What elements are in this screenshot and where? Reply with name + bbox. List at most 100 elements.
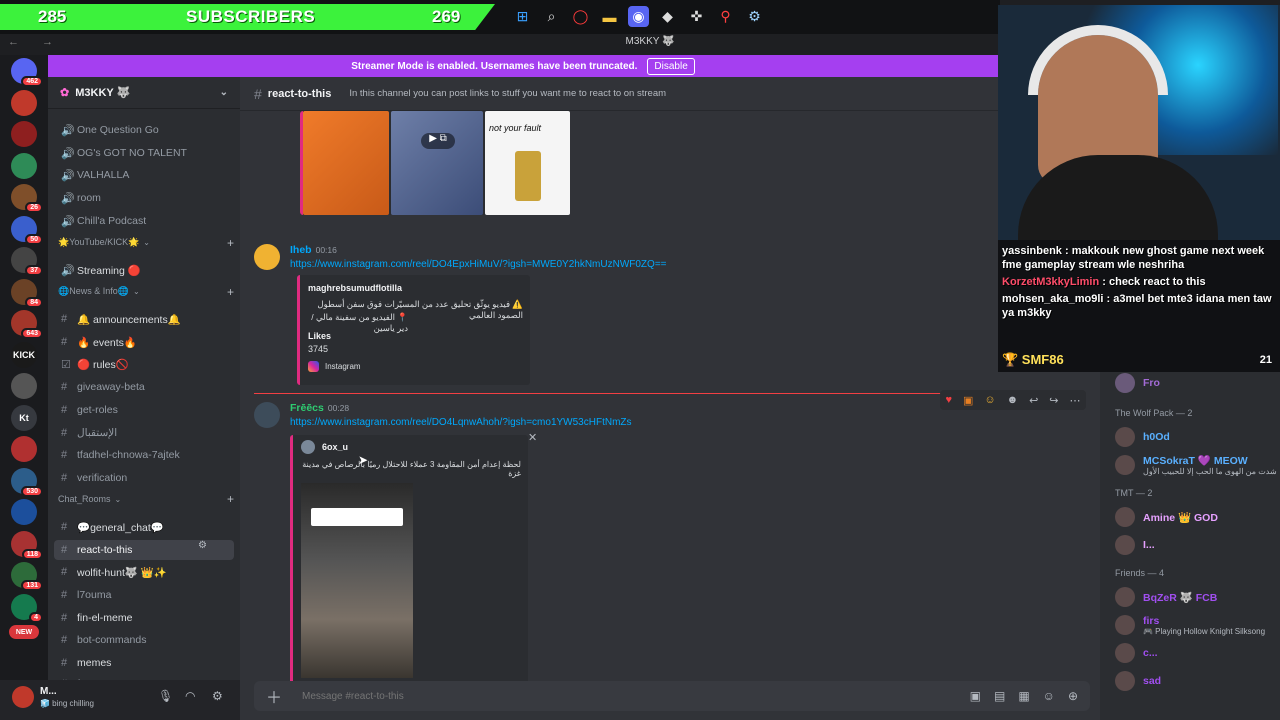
laugh-reaction-icon[interactable]: ☺ bbox=[984, 394, 995, 406]
channel-item[interactable]: # 🔥 events🔥 bbox=[54, 332, 234, 352]
sticker-icon[interactable]: ▦ bbox=[1018, 689, 1029, 703]
member-item[interactable]: BqZeR 🐺 FCB bbox=[1115, 586, 1217, 608]
embed-video-thumbnail[interactable] bbox=[301, 483, 413, 678]
close-embed-icon[interactable]: ✕ bbox=[528, 431, 537, 444]
steam-icon[interactable]: ⚙ bbox=[744, 6, 765, 27]
member-item[interactable]: I... bbox=[1115, 534, 1155, 556]
channel-item[interactable]: # fin-el-meme bbox=[54, 608, 234, 628]
channel-item[interactable]: # bot-commands bbox=[54, 630, 234, 650]
search-icon[interactable]: ⌕ bbox=[541, 6, 562, 27]
server-icon[interactable]: 643 bbox=[11, 310, 43, 339]
member-item[interactable]: c... bbox=[1115, 642, 1158, 664]
message-link[interactable]: https://www.instagram.com/reel/DO4EpxHiM… bbox=[290, 259, 667, 270]
app-icon[interactable]: ◆ bbox=[657, 6, 678, 27]
author-name[interactable]: Frēēcs bbox=[290, 402, 324, 414]
avatar[interactable] bbox=[254, 402, 280, 428]
avatar[interactable] bbox=[254, 244, 280, 270]
server-icon[interactable] bbox=[11, 152, 37, 179]
embed-thumbnail[interactable]: ▶ ⧉ bbox=[391, 111, 483, 215]
member-item[interactable]: Fro bbox=[1115, 372, 1160, 394]
embed-thumbnail[interactable]: not your fault bbox=[485, 111, 570, 215]
channel-item[interactable]: 🔊 One Question Go bbox=[54, 120, 234, 140]
channel-item[interactable]: 🔊 VALHALLA bbox=[54, 165, 234, 185]
channel-item[interactable]: # wolfit-hunt🐺 👑✨ bbox=[54, 562, 234, 582]
message-input[interactable] bbox=[302, 690, 902, 702]
gift-icon[interactable]: ▣ bbox=[970, 689, 981, 703]
server-icon[interactable] bbox=[11, 89, 37, 116]
member-item[interactable]: MCSokraT 💜 MEOW شدت من الهوى ما الحب إلا … bbox=[1115, 454, 1277, 476]
forward-icon[interactable]: ↪ bbox=[1049, 394, 1058, 407]
server-icon[interactable]: 131 bbox=[11, 562, 43, 591]
avatar[interactable] bbox=[12, 686, 34, 708]
server-icon[interactable]: 26 bbox=[11, 184, 43, 213]
channel-item[interactable]: # get-roles bbox=[54, 400, 234, 420]
server-icon[interactable]: 462 bbox=[11, 58, 43, 87]
disable-button[interactable]: Disable bbox=[647, 57, 695, 75]
server-icon[interactable]: 530 bbox=[11, 467, 43, 497]
gif-icon[interactable]: ▤ bbox=[994, 689, 1005, 703]
opera-icon[interactable]: ◯ bbox=[570, 6, 591, 27]
member-item[interactable]: h0Od bbox=[1115, 426, 1170, 448]
emoji-icon[interactable]: ☺ bbox=[1043, 689, 1055, 703]
server-icon[interactable] bbox=[11, 121, 37, 147]
channel-item[interactable]: # l7ouma bbox=[54, 585, 234, 605]
channel-item[interactable]: # 💬general_chat💬 bbox=[54, 517, 234, 537]
member-item[interactable]: sad bbox=[1115, 670, 1161, 692]
author-name[interactable]: Iheb bbox=[290, 244, 312, 256]
windows-start-icon[interactable]: ⊞ bbox=[512, 6, 533, 27]
member-item[interactable]: firs 🎮 Playing Hollow Knight Silksong bbox=[1115, 614, 1265, 636]
channel-item[interactable]: 🔊 Streaming 🔴 bbox=[54, 260, 234, 280]
embed-author[interactable]: 6ox_u bbox=[322, 442, 348, 452]
add-channel-icon[interactable]: + bbox=[227, 285, 234, 299]
server-header[interactable]: ✿ M3KKY 🐺 ⌄ bbox=[48, 77, 240, 109]
add-reaction-icon[interactable]: ☻ bbox=[1007, 394, 1019, 406]
message-author[interactable]: Frēēcs 00:28 bbox=[290, 402, 349, 414]
headphones-icon[interactable]: ◠ bbox=[185, 689, 195, 703]
channel-item[interactable]: 🔊 Chill'a Podcast bbox=[54, 211, 234, 231]
server-icon[interactable]: 37 bbox=[11, 247, 43, 276]
channel-item[interactable]: ☑ 🔴 rules🚫 bbox=[54, 354, 234, 374]
channel-category[interactable]: 🌐News & Info🌐 ⌄ + bbox=[58, 285, 234, 299]
channel-item[interactable]: 🔊 OG's GOT NO TALENT bbox=[54, 143, 234, 163]
message-link[interactable]: https://www.instagram.com/reel/DO4LqnwAh… bbox=[290, 417, 632, 428]
channel-item[interactable]: # memes bbox=[54, 653, 234, 673]
channel-item[interactable]: # react-to-this bbox=[54, 540, 234, 560]
app-icon[interactable]: ✜ bbox=[686, 6, 707, 27]
add-channel-icon[interactable]: + bbox=[227, 492, 234, 506]
server-icon[interactable]: 118 bbox=[11, 530, 43, 560]
channel-item[interactable]: # verification bbox=[54, 468, 234, 488]
channel-category[interactable]: 🌟YouTube/KICK🌟 ⌄ + bbox=[58, 236, 234, 250]
play-icon[interactable]: ▶ ⧉ bbox=[421, 133, 455, 149]
channel-item[interactable]: 🔊 room bbox=[54, 188, 234, 208]
more-icon[interactable]: ⋯ bbox=[1069, 394, 1080, 407]
server-icon[interactable] bbox=[11, 373, 37, 399]
nav-arrows[interactable]: ← → bbox=[8, 36, 63, 48]
channel-item[interactable]: # tfadhel-chnowa-7ajtek bbox=[54, 445, 234, 465]
location-icon[interactable]: ⚲ bbox=[715, 6, 736, 27]
heart-reaction-icon[interactable]: ♥ bbox=[945, 394, 952, 406]
add-attachment-button[interactable]: ＋ bbox=[266, 684, 290, 708]
discord-icon[interactable]: ◉ bbox=[628, 6, 649, 27]
folder-icon[interactable]: ▬ bbox=[599, 6, 620, 27]
microphone-icon[interactable]: 🎙 bbox=[158, 689, 173, 703]
message-author[interactable]: Iheb 00:16 bbox=[290, 244, 337, 256]
gear-icon[interactable]: ⚙ bbox=[212, 689, 223, 703]
channel-item[interactable]: # الإستقبال bbox=[54, 423, 234, 443]
server-icon[interactable]: 50 bbox=[11, 215, 43, 245]
apps-icon[interactable]: ⊕ bbox=[1068, 689, 1078, 703]
server-icon[interactable]: NEW bbox=[9, 625, 39, 639]
channel-item[interactable]: # giveaway-beta bbox=[54, 377, 234, 397]
server-icon[interactable] bbox=[11, 499, 37, 525]
server-icon[interactable] bbox=[11, 436, 37, 462]
server-icon[interactable]: 4 bbox=[11, 593, 43, 623]
channel-category[interactable]: Chat_Rooms ⌄ + bbox=[58, 492, 234, 506]
server-icon[interactable]: KICK bbox=[11, 341, 37, 368]
embed-thumbnail[interactable] bbox=[303, 111, 389, 215]
add-channel-icon[interactable]: + bbox=[227, 236, 234, 250]
channel-item[interactable]: # 🔔 announcements🔔 bbox=[54, 309, 234, 329]
server-icon[interactable]: 84 bbox=[11, 278, 43, 308]
reply-icon[interactable]: ↩ bbox=[1029, 394, 1038, 407]
member-item[interactable]: Amine 👑 GOD bbox=[1115, 506, 1218, 528]
server-icon[interactable]: Kt bbox=[11, 404, 37, 431]
reaction-icon[interactable]: ▣ bbox=[963, 394, 973, 407]
